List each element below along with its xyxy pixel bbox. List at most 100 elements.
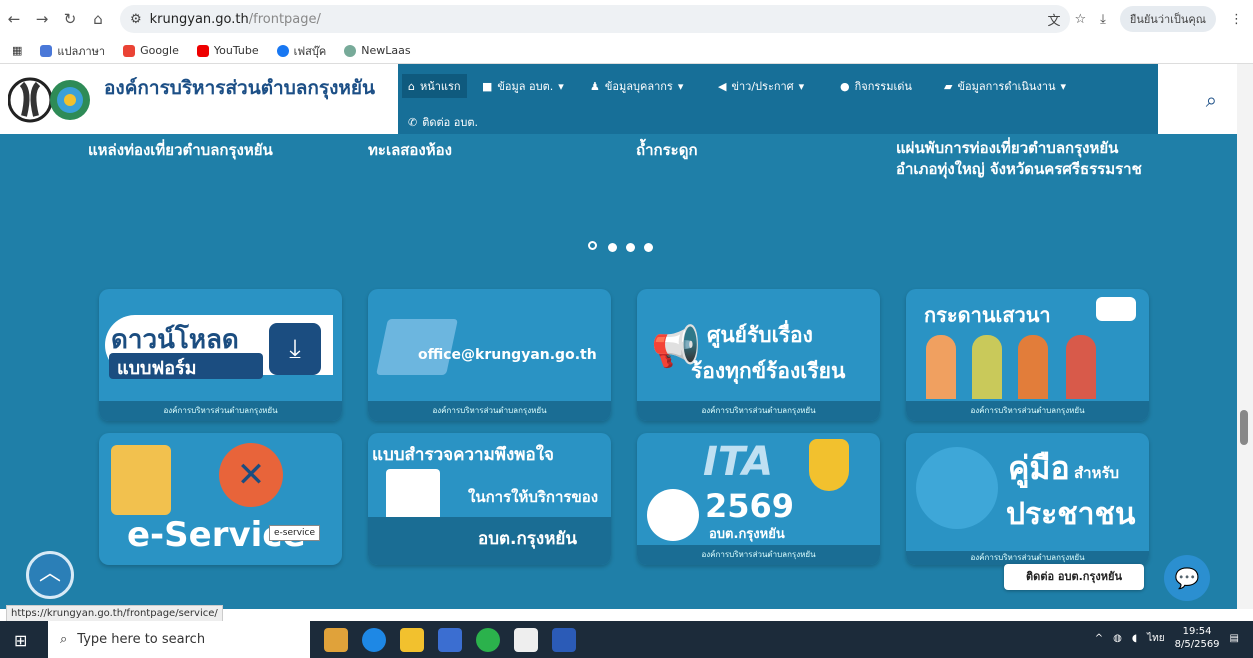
taskbar-search[interactable]: ⌕ Type here to search <box>48 621 310 658</box>
slider-dot[interactable] <box>608 243 617 252</box>
nav-news[interactable]: ◀ ข่าว/ประกาศ ▾ <box>712 74 810 98</box>
volume-icon[interactable]: ◖ <box>1132 633 1137 644</box>
survey-card[interactable]: แบบสำรวจความพึงพอใจ ในการให้บริการของ อบ… <box>368 433 611 565</box>
person-illustration <box>916 447 998 529</box>
browser-toolbar: ← → ↻ ⌂ ⚙ krungyan.go.th/frontpage/ 文 ☆ … <box>0 0 1253 38</box>
back-icon[interactable]: ← <box>0 10 28 28</box>
nav-contact[interactable]: ✆ ติดต่อ อบต. <box>402 110 484 134</box>
slider-dot[interactable] <box>626 243 635 252</box>
contact-label[interactable]: ติดต่อ อบต.กรุงหยัน <box>1004 564 1144 590</box>
word-icon[interactable] <box>552 627 576 652</box>
user-icon: ♟ <box>590 79 600 93</box>
emblem-icon <box>809 439 849 491</box>
book-icon: ■ <box>482 79 493 93</box>
card-caption: องค์การบริหารส่วนตำบลกรุงหยัน <box>637 545 880 565</box>
line-icon[interactable] <box>476 627 500 652</box>
card-caption: องค์การบริหารส่วนตำบลกรุงหยัน <box>99 401 342 421</box>
app-icon[interactable] <box>324 627 348 652</box>
clock[interactable]: 19:54 8/5/2569 <box>1175 625 1220 651</box>
card-small: สำหรับ <box>1074 464 1120 482</box>
complaint-center-card[interactable]: 📢 ศูนย์รับเรื่อง ร้องทุกข์ร้องเรียน องค์… <box>637 289 880 421</box>
slide-caption[interactable]: ทะเลสองห้อง <box>368 140 568 161</box>
card-caption: องค์การบริหารส่วนตำบลกรุงหยัน <box>906 401 1149 421</box>
reload-icon[interactable]: ↻ <box>56 10 84 28</box>
menu-icon[interactable]: ⋮ <box>1230 12 1243 27</box>
site-name[interactable]: องค์การบริหารส่วนตำบลกรุงหยัน <box>104 76 394 100</box>
profile-button[interactable]: ยืนยันว่าเป็นคุณ <box>1119 6 1216 32</box>
e-service-card[interactable]: ✕ e-Service e-service <box>99 433 342 565</box>
scrollbar[interactable] <box>1237 64 1253 609</box>
card-title: คู่มือ <box>1008 449 1070 487</box>
phone-icon: ✆ <box>408 115 418 129</box>
download-icon[interactable]: ⤓ <box>1100 12 1106 27</box>
taskbar-search-placeholder: Type here to search <box>77 632 206 647</box>
megaphone-icon: ◀ <box>718 79 727 93</box>
card-subtitle: แบบฟอร์ม <box>117 358 197 379</box>
url-path: /frontpage/ <box>248 11 321 27</box>
language-indicator[interactable]: ไทย <box>1147 631 1164 646</box>
chevron-down-icon: ▾ <box>798 79 805 93</box>
person-figure <box>972 335 1002 399</box>
network-icon[interactable]: ◍ <box>1113 633 1122 644</box>
download-forms-card[interactable]: ดาวน์โหลด แบบฟอร์ม ⤓ องค์การบริหารส่วนตำ… <box>99 289 342 421</box>
email-card[interactable]: office@krungyan.go.th องค์การบริหารส่วนต… <box>368 289 611 421</box>
forward-icon[interactable]: → <box>28 10 56 28</box>
document-app-icon[interactable] <box>514 627 538 652</box>
slide-caption[interactable]: แหล่งท่องเที่ยวตำบลกรุงหยัน <box>88 140 348 161</box>
chat-icon: 💬 <box>1174 566 1200 590</box>
site-info-icon[interactable]: ⚙ <box>130 12 142 27</box>
card-subtitle: ในการให้บริการของ <box>468 488 599 506</box>
card-year: 2569 <box>705 487 795 525</box>
slide-caption[interactable]: ถ้ำกระดูก <box>636 140 836 161</box>
slider-dot[interactable] <box>588 241 597 250</box>
slider-dot[interactable] <box>644 243 653 252</box>
notification-icon[interactable]: ▤ <box>1230 633 1239 644</box>
youtube-icon <box>196 44 209 57</box>
site-logo <box>8 77 90 123</box>
ita-card[interactable]: ITA 2569 อบต.กรุงหยัน องค์การบริหารส่วนต… <box>637 433 880 565</box>
org-logo <box>647 489 699 541</box>
clock-time: 19:54 <box>1182 626 1212 637</box>
clipboard-icon <box>111 445 171 515</box>
nav-personnel[interactable]: ♟ ข้อมูลบุคลากร ▾ <box>584 74 689 98</box>
nav-about[interactable]: ■ ข้อมูล อบต. ▾ <box>476 74 570 98</box>
translate-icon[interactable]: 文 <box>1047 10 1060 29</box>
nav-operations[interactable]: ▰ ข้อมูลการดำเนินงาน ▾ <box>938 74 1072 98</box>
bookmark-star-icon[interactable]: ☆ <box>1074 12 1086 27</box>
store-icon[interactable] <box>438 627 462 652</box>
search-icon: ⌕ <box>60 632 68 647</box>
bookmark-google[interactable]: Google <box>123 44 179 57</box>
bookmark-newlaas[interactable]: NewLaas <box>344 44 411 57</box>
forum-card[interactable]: กระดานเสวนา องค์การบริหารส่วนตำบลกรุงหยั… <box>906 289 1149 421</box>
file-explorer-icon[interactable] <box>400 627 424 652</box>
apps-icon[interactable]: ▦ <box>12 44 22 57</box>
url-domain: krungyan.go.th <box>149 11 249 27</box>
manual-card[interactable]: คู่มือ สำหรับ ประชาชน องค์การบริหารส่วนต… <box>906 433 1149 565</box>
home-icon[interactable]: ⌂ <box>84 10 112 28</box>
star-icon: ● <box>840 79 850 93</box>
bookmark-facebook[interactable]: เฟสบุ๊ค <box>276 42 326 60</box>
nav-activities[interactable]: ● กิจกรรมเด่น <box>834 74 918 98</box>
card-subtitle: ร้องทุกข์ร้องเรียน <box>691 359 846 383</box>
translate-icon <box>40 44 53 57</box>
bookmark-translate[interactable]: แปลภาษา <box>40 42 105 60</box>
google-icon <box>123 44 136 57</box>
taskbar: ⊞ ⌕ Type here to search ^ ◍ ◖ ไทย 19:54 8… <box>0 621 1253 658</box>
scroll-to-top-button[interactable]: ︿ <box>26 551 74 599</box>
chat-button[interactable]: 💬 <box>1164 555 1210 601</box>
edge-icon[interactable] <box>362 627 386 652</box>
card-caption: องค์การบริหารส่วนตำบลกรุงหยัน <box>906 551 1149 565</box>
windows-start-icon[interactable]: ⊞ <box>14 631 27 650</box>
newlaas-icon <box>344 44 357 57</box>
slide-caption[interactable]: แผ่นพับการท่องเที่ยวตำบลกรุงหยัน อำเภอทุ… <box>896 138 1146 180</box>
address-bar[interactable]: ⚙ krungyan.go.th/frontpage/ <box>120 5 1070 33</box>
chevron-up-icon[interactable]: ^ <box>1095 633 1103 644</box>
chevron-down-icon: ▾ <box>677 79 684 93</box>
scrollbar-thumb[interactable] <box>1240 410 1248 445</box>
site-header: องค์การบริหารส่วนตำบลกรุงหยัน ⌂ หน้าแรก ■… <box>0 64 1237 134</box>
chevron-down-icon: ▾ <box>558 79 564 93</box>
nav-home[interactable]: ⌂ หน้าแรก <box>402 74 467 98</box>
search-icon[interactable]: ⌕ <box>1206 88 1217 112</box>
bookmark-youtube[interactable]: YouTube <box>196 44 259 57</box>
tooltip: e-service <box>269 525 321 541</box>
